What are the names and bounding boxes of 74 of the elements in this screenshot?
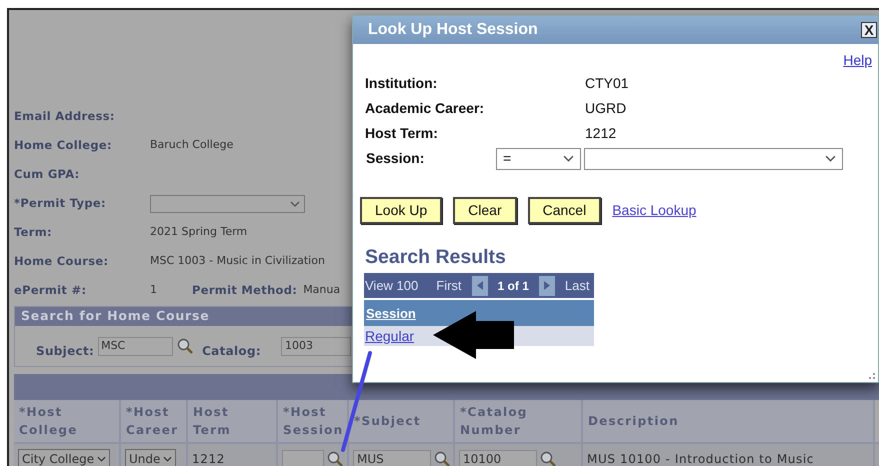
result-link[interactable]: Regular	[365, 326, 414, 347]
resize-grip-icon[interactable]	[869, 373, 875, 379]
field-value: Manua	[303, 282, 340, 298]
lookup-button[interactable]: Clear	[453, 197, 517, 224]
search-icon[interactable]	[434, 450, 450, 466]
chevron-icon	[563, 155, 574, 162]
field-value: 2021 Spring Term	[150, 224, 248, 240]
criteria-label: Session:	[365, 149, 426, 168]
column-header-text: *Subject	[354, 413, 422, 430]
column-header-text: Number	[460, 422, 522, 439]
criteria-label: Host Term:	[365, 124, 439, 143]
column-header-text: *Host	[283, 404, 328, 421]
lookup-button[interactable]: Look Up	[360, 197, 442, 224]
field-value: 1	[150, 282, 158, 298]
field-label: Home Course:	[14, 252, 110, 270]
next-button[interactable]	[538, 276, 555, 296]
column-header-text: *Host	[19, 404, 64, 421]
search-icon[interactable]	[540, 450, 556, 466]
field-label: Term:	[14, 224, 53, 241]
field-label: Catalog:	[202, 343, 261, 360]
arrow-icon	[433, 311, 514, 359]
permit-type-select[interactable]	[150, 194, 305, 212]
view-all-link[interactable]: View 100	[365, 276, 418, 296]
field-value: Baruch College	[150, 137, 234, 154]
criteria-label: Academic Career:	[365, 99, 486, 118]
field-label: Permit Method:	[192, 282, 298, 299]
search-icon[interactable]	[177, 338, 194, 354]
dialog-title: Look Up Host Session	[368, 20, 538, 40]
results-title: Search Results	[364, 245, 507, 270]
first-link[interactable]: First	[436, 276, 462, 296]
field-label: Email Address:	[14, 108, 116, 125]
column-header-text: Host	[193, 404, 230, 421]
search-icon[interactable]	[327, 450, 343, 466]
left-triangle-icon	[476, 281, 483, 290]
page-count: 1 of 1	[498, 278, 529, 295]
chevron-icon	[97, 456, 106, 462]
criteria-value: UGRD	[585, 99, 626, 118]
last-link[interactable]: Last	[564, 276, 590, 296]
right-triangle-icon	[544, 281, 550, 290]
field-value: MSC 1003 - Music in Civilization	[150, 253, 325, 270]
field-label: Cum GPA:	[14, 166, 81, 183]
criteria-value: CTY01	[585, 74, 629, 93]
lookup-field[interactable]	[282, 450, 324, 466]
chevron-icon	[163, 456, 172, 462]
field-label: *Permit Type:	[14, 194, 107, 212]
field-label: Home College:	[14, 136, 113, 154]
column-header-text: Session	[283, 422, 344, 439]
table-cell-text: 1212	[192, 450, 225, 466]
column-header-text: *Host	[126, 404, 170, 421]
catalog-field[interactable]: 1003	[280, 336, 351, 356]
column-header-text: Career	[126, 422, 180, 439]
criteria-label: Institution:	[365, 74, 438, 93]
chevron-icon	[290, 200, 300, 206]
column-header-text: Description	[588, 413, 680, 430]
field-label: ePermit #:	[14, 282, 88, 299]
close-button[interactable]: X	[861, 22, 877, 38]
basic-lookup-link[interactable]: Basic Lookup	[612, 200, 696, 221]
select-field[interactable]: City College	[18, 448, 110, 466]
subject-field[interactable]: MSC	[98, 336, 174, 356]
chevron-icon	[825, 155, 836, 162]
criteria-value: 1212	[585, 124, 616, 143]
session-select[interactable]	[584, 148, 843, 170]
column-header-text: College	[19, 422, 79, 439]
help-link[interactable]: Help	[843, 50, 872, 70]
lookup-field[interactable]: 10100	[459, 450, 537, 466]
table-cell-text: MUS 10100 - Introduction to Music	[587, 450, 814, 466]
lookup-button[interactable]: Cancel	[528, 197, 602, 224]
field-label: Subject:	[36, 343, 94, 360]
previous-button[interactable]	[472, 276, 488, 296]
column-header-text: *Catalog	[460, 404, 529, 421]
lookup-field[interactable]: MUS	[353, 450, 431, 466]
operator-select[interactable]: =	[496, 148, 581, 170]
select-field[interactable]: Unde	[125, 448, 176, 466]
column-header-text: Term	[193, 422, 232, 439]
